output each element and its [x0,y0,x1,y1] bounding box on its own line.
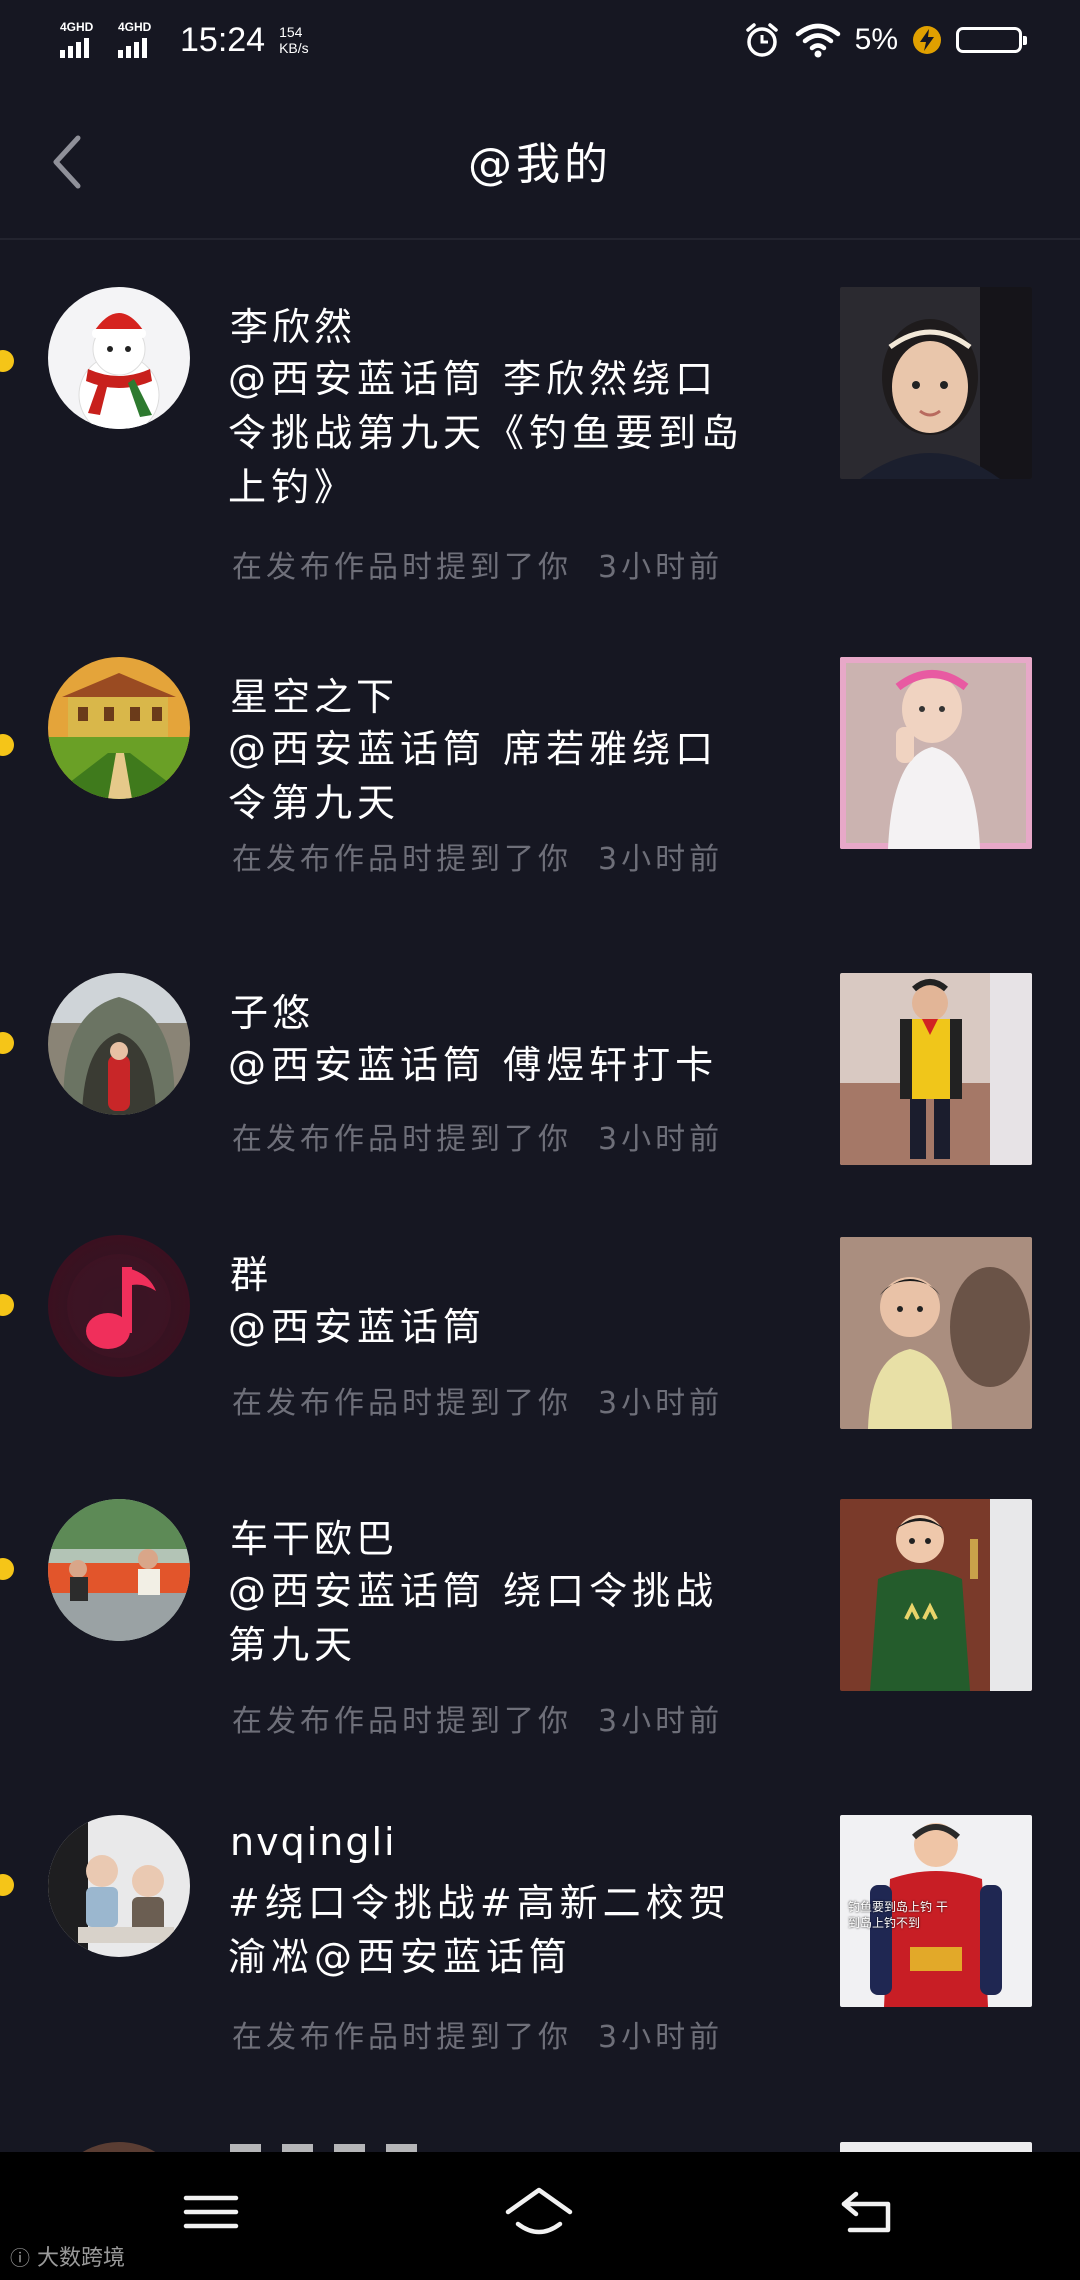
mention-time: 3小时前 [598,1122,724,1157]
watermark-text: 大数跨境 [37,2246,126,2271]
post-description: #绕口令挑战#高新二校贺渝凇@西安蓝话筒 [228,1881,732,1979]
video-thumbnail[interactable] [840,287,1032,479]
network-type-1: 4GHD [60,20,94,34]
mention-meta: 在发布作品时提到了你 3小时前 [232,542,723,586]
list-item[interactable]: 李欣然 @西安蓝话筒 李欣然绕口令挑战第九天《钓鱼要到岛上钓》 在发布作品时提到… [0,240,1080,610]
avatar[interactable] [48,1499,190,1641]
avatar[interactable] [48,1235,190,1377]
video-thumbnail[interactable]: 钓鱼要到岛上钓 干到岛上钓不到 [840,1815,1032,2007]
snowman-avatar [48,287,190,429]
menu-icon[interactable] [176,2182,246,2242]
avatar[interactable] [48,1815,190,1957]
network-type-2: 4GHD [118,20,152,34]
list-item[interactable]: 群 @西安蓝话筒 在发布作品时提到了你 3小时前 [0,1188,1080,1452]
username[interactable]: 李欣然 [230,296,356,351]
boy-green-hoodie-image [840,1499,1032,1691]
page-title: @我的 [468,139,612,190]
unread-dot [0,1032,14,1054]
mention-list[interactable]: 李欣然 @西安蓝话筒 李欣然绕口令挑战第九天《钓鱼要到岛上钓》 在发布作品时提到… [0,240,1080,2152]
mention-action: 在发布作品时提到了你 [232,1704,572,1739]
signal-icon: 4GHD [118,20,162,60]
kids-avatar [48,1815,190,1957]
post-description: @西安蓝话筒 李欣然绕口令挑战第九天《钓鱼要到岛上钓》 [228,357,745,509]
list-item[interactable]: 车干欧巴 @西安蓝话筒 绕口令挑战第九天 在发布作品时提到了你 3小时前 [0,1452,1080,1768]
girl-flower-image [840,657,1032,849]
list-item[interactable]: 子悠 @西安蓝话筒 傅煜轩打卡 在发布作品时提到了你 3小时前 [0,926,1080,1188]
list-item[interactable]: 星空之下 @西安蓝话筒 席若雅绕口令第九天 在发布作品时提到了你 3小时前 [0,610,1080,926]
status-left: 4GHD 4GHD 15:24 154 KB/s [60,18,309,62]
mention-action: 在发布作品时提到了你 [232,1122,572,1157]
system-nav-bar [0,2152,1080,2280]
mention-time: 3小时前 [598,842,724,877]
unread-dot [0,734,14,756]
music-note-avatar [48,1235,190,1377]
unread-dot [0,1294,14,1316]
username[interactable]: 星空之下 [230,666,398,721]
mention-meta: 在发布作品时提到了你 3小时前 [232,1378,723,1422]
username[interactable] [230,2144,530,2152]
mention-action: 在发布作品时提到了你 [232,550,572,585]
battery-percent: 5% [854,23,898,56]
mention-action: 在发布作品时提到了你 [232,1386,572,1421]
status-right: 5% [743,18,1027,62]
speed-unit: KB/s [279,40,309,56]
username[interactable]: nvqingli [230,1820,397,1864]
wifi-icon [795,23,840,58]
post-description: @西安蓝话筒 傅煜轩打卡 [228,1043,719,1087]
family-avatar [48,1499,190,1641]
video-thumbnail[interactable] [840,973,1032,1165]
charging-icon [913,26,941,54]
video-thumbnail[interactable] [840,2142,1032,2152]
dinosaur-avatar [48,973,190,1115]
mention-time: 3小时前 [598,1386,724,1421]
post-description: @西安蓝话筒 [228,1305,487,1349]
home-icon[interactable] [504,2182,574,2242]
avatar[interactable] [48,2142,190,2152]
video-thumbnail[interactable] [840,657,1032,849]
mention-meta: 在发布作品时提到了你 3小时前 [232,834,723,878]
mention-meta: 在发布作品时提到了你 3小时前 [232,2012,723,2056]
signal-icon: 4GHD [60,20,104,60]
unread-dot [0,1558,14,1580]
unread-dot [0,350,14,372]
partial-thumbnail-image [840,2142,1032,2152]
network-speed: 154 KB/s [279,24,309,56]
post-description: @西安蓝话筒 绕口令挑战第九天 [228,1569,719,1667]
avatar[interactable] [48,657,190,799]
video-thumbnail[interactable] [840,1237,1032,1429]
boy-yellow-coat-image [840,973,1032,1165]
back-icon[interactable] [836,2182,906,2242]
post-description: @西安蓝话筒 席若雅绕口令第九天 [228,727,719,825]
mention-action: 在发布作品时提到了你 [232,2020,572,2055]
status-bar: 4GHD 4GHD 15:24 154 KB/s 5% [0,0,1080,80]
battery-icon [956,27,1027,53]
video-thumbnail[interactable] [840,1499,1032,1691]
mention-meta: 在发布作品时提到了你 3小时前 [232,1696,723,1740]
watermark-logo-icon: ⓘ [10,2246,30,2270]
clock: 15:24 [180,20,266,59]
alarm-icon [745,23,778,57]
unread-dot [0,1874,14,1896]
avatar[interactable] [48,287,190,429]
mention-action: 在发布作品时提到了你 [232,842,572,877]
mention-meta: 在发布作品时提到了你 3小时前 [232,1114,723,1158]
boy-portrait-image [840,1237,1032,1429]
watermark: ⓘ 大数跨境 [10,2240,125,2272]
list-item[interactable]: nvqingli #绕口令挑战#高新二校贺渝凇@西安蓝话筒 在发布作品时提到了你… [0,1768,1080,2104]
partial-avatar [48,2142,190,2152]
username[interactable]: 车干欧巴 [230,1508,398,1563]
girl-portrait-image [840,287,1032,479]
username[interactable]: 群 [230,1244,272,1299]
list-item[interactable] [0,2104,1080,2152]
username[interactable]: 子悠 [230,982,314,1037]
villa-avatar [48,657,190,799]
thumbnail-caption: 钓鱼要到岛上钓 干到岛上钓不到 [848,1900,948,1930]
mention-time: 3小时前 [598,550,724,585]
avatar[interactable] [48,973,190,1115]
mention-time: 3小时前 [598,2020,724,2055]
header: @我的 [0,80,1080,240]
speed-value: 154 [279,24,303,40]
mention-time: 3小时前 [598,1704,724,1739]
